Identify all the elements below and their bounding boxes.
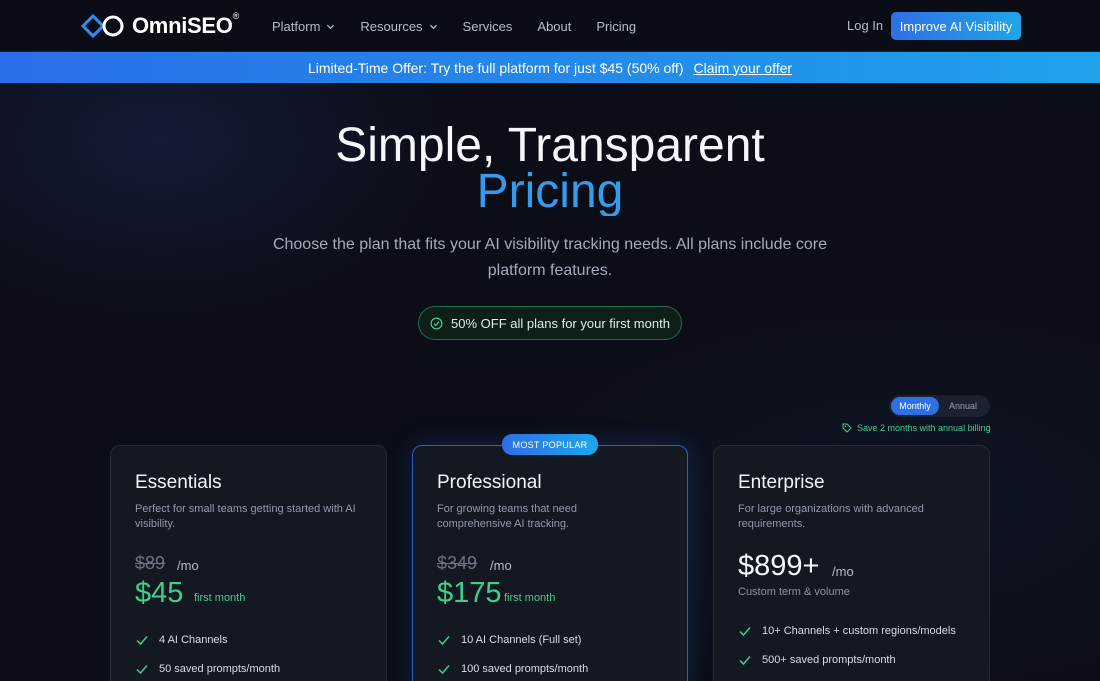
- plan-card-professional: Professional For growing teams that need…: [412, 445, 688, 681]
- plan-feature: 50 saved prompts/month: [135, 662, 280, 676]
- plan-price: $899+: [738, 550, 820, 582]
- price-period: /mo: [832, 564, 854, 579]
- login-link[interactable]: Log In: [847, 18, 883, 33]
- nav-links: Platform Resources Services About Pricin…: [272, 0, 661, 52]
- price-period: /mo: [490, 558, 512, 573]
- nav-about[interactable]: About: [537, 19, 571, 34]
- nav-pricing-label: Pricing: [596, 18, 637, 34]
- offer-banner-text: Limited-Time Offer: Try the full platfor…: [307, 59, 684, 76]
- check-icon: [739, 627, 751, 637]
- discounted-price: $175: [437, 577, 502, 609]
- top-navbar: OmniSEO® Platform Resources Services Abo…: [0, 0, 1100, 52]
- billing-toggle: Monthly Annual: [889, 395, 990, 417]
- plan-description: For growing teams that need comprehensiv…: [437, 503, 578, 530]
- plan-feature-label: 10+ Channels + custom regions/models: [762, 625, 956, 637]
- plan-feature-label: 500+ saved prompts/month: [762, 654, 896, 666]
- plan-name: Professional: [437, 472, 542, 493]
- discounted-price: $45: [135, 577, 184, 609]
- plan-feature: 10 AI Channels (Full set): [437, 633, 581, 647]
- billing-annual-option[interactable]: Annual: [939, 397, 987, 415]
- price-period: /mo: [177, 558, 199, 573]
- plan-card-enterprise: Enterprise For large organizations with …: [713, 445, 990, 681]
- price-note: first month: [194, 592, 246, 604]
- plan-name: Enterprise: [738, 472, 825, 493]
- nav-pricing[interactable]: Pricing: [596, 19, 636, 34]
- nav-platform[interactable]: Platform: [272, 19, 335, 34]
- plan-feature: 100 saved prompts/month: [437, 662, 588, 676]
- claim-offer-link[interactable]: Claim your offer: [693, 60, 792, 76]
- check-icon: [136, 636, 148, 646]
- nav-services-label: Services: [462, 18, 513, 34]
- brand-logo[interactable]: OmniSEO®: [80, 11, 239, 40]
- plan-feature-label: 50 saved prompts/month: [159, 663, 281, 675]
- original-price: $349: [437, 553, 478, 573]
- chevron-down-icon: [429, 24, 437, 29]
- discount-text: 50% OFF all plans for your first month: [451, 315, 670, 331]
- most-popular-badge: MOST POPULAR: [502, 434, 598, 455]
- page-subtitle: Choose the plan that fits your AI visibi…: [272, 236, 828, 279]
- nav-resources-label: Resources: [360, 18, 423, 34]
- brand-name: OmniSEO®: [132, 11, 239, 38]
- plan-feature-label: 100 saved prompts/month: [461, 663, 589, 675]
- check-icon: [739, 656, 751, 666]
- offer-banner: Limited-Time Offer: Try the full platfor…: [0, 52, 1100, 83]
- chevron-down-icon: [327, 24, 335, 29]
- infinity-logo-icon: [80, 13, 124, 39]
- plan-feature-label: 10 AI Channels (Full set): [461, 634, 582, 646]
- nav-resources[interactable]: Resources: [360, 19, 437, 34]
- plan-feature: 500+ saved prompts/month: [738, 653, 896, 667]
- nav-about-label: About: [537, 18, 572, 34]
- billing-monthly-option[interactable]: Monthly: [891, 397, 939, 415]
- original-price: $89: [135, 553, 166, 573]
- nav-services[interactable]: Services: [463, 19, 513, 34]
- tag-icon: [842, 423, 852, 433]
- price-note: first month: [504, 592, 556, 604]
- price-note: Custom term & volume: [738, 586, 850, 598]
- annual-savings-note: Save 2 months with annual billing: [842, 422, 991, 434]
- plan-description: Perfect for small teams getting started …: [135, 503, 356, 530]
- plan-feature-label: 4 AI Channels: [159, 634, 228, 646]
- improve-ai-visibility-button[interactable]: Improve AI Visibility: [891, 12, 1021, 40]
- check-circle-icon: [430, 317, 443, 329]
- page-title-highlight: Pricing: [0, 168, 1100, 216]
- annual-savings-text: Save 2 months with annual billing: [857, 423, 991, 433]
- check-icon: [438, 636, 450, 646]
- plan-feature: 4 AI Channels: [135, 633, 228, 647]
- plan-name: Essentials: [135, 472, 222, 493]
- discount-badge: 50% OFF all plans for your first month: [418, 306, 682, 340]
- plan-card-essentials: Essentials Perfect for small teams getti…: [110, 445, 387, 681]
- check-icon: [438, 665, 450, 675]
- check-icon: [136, 665, 148, 675]
- nav-platform-label: Platform: [272, 18, 321, 34]
- plan-feature: 10+ Channels + custom regions/models: [738, 624, 956, 638]
- plan-description: For large organizations with advanced re…: [738, 503, 924, 530]
- page-title: Simple, Transparent: [335, 119, 765, 172]
